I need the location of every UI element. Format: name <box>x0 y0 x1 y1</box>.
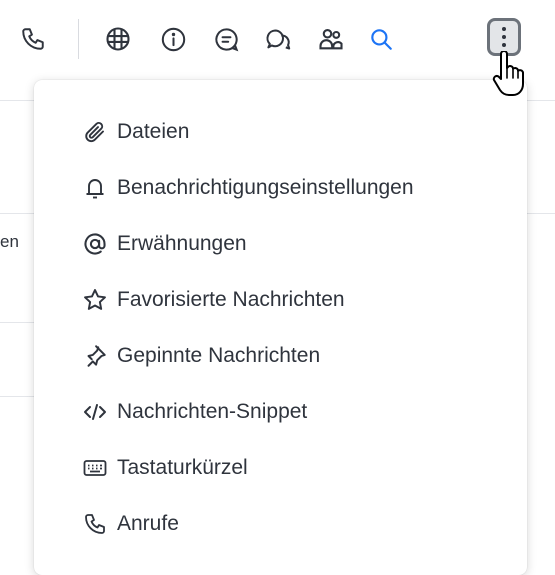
search-icon <box>371 29 392 50</box>
phone-icon <box>82 511 108 537</box>
bg-divider <box>527 213 555 214</box>
menu-item-files[interactable]: Dateien <box>34 104 527 160</box>
kebab-menu-icon <box>502 27 506 47</box>
members-button[interactable] <box>312 20 350 58</box>
menu-item-label: Erwähnungen <box>117 232 247 255</box>
menu-item-label: Anrufe <box>117 512 179 535</box>
threads-icon <box>214 27 238 51</box>
toolbar-separator <box>78 19 79 59</box>
menu-item-label: Dateien <box>117 120 190 143</box>
paperclip-icon <box>82 119 108 145</box>
room-info-button[interactable] <box>154 20 192 58</box>
hand-cursor-icon <box>492 51 524 96</box>
menu-item-pinned-messages[interactable]: Gepinnte Nachrichten <box>34 328 527 384</box>
menu-item-label: Benachrichtigungseinstellungen <box>117 176 414 199</box>
star-icon <box>82 287 108 313</box>
search-button[interactable] <box>362 20 400 58</box>
bg-divider <box>527 100 555 101</box>
menu-item-label: Favorisierte Nachrichten <box>117 288 345 311</box>
team-channels-icon <box>106 27 130 51</box>
info-icon <box>161 27 185 51</box>
discussion-icon <box>265 28 290 50</box>
at-icon <box>82 231 108 257</box>
team-channels-button[interactable] <box>99 20 137 58</box>
call-button[interactable] <box>14 20 52 58</box>
bell-icon <box>82 175 108 201</box>
members-icon <box>319 28 343 50</box>
pin-icon <box>82 343 108 369</box>
menu-item-keyboard-shortcuts[interactable]: Tastaturkürzel <box>34 440 527 496</box>
menu-item-calls[interactable]: Anrufe <box>34 496 527 552</box>
bg-partial-text: en <box>0 232 19 251</box>
menu-item-mentions[interactable]: Erwähnungen <box>34 216 527 272</box>
menu-item-notification-settings[interactable]: Benachrichtigungseinstellungen <box>34 160 527 216</box>
keyboard-icon <box>82 455 108 481</box>
menu-item-starred-messages[interactable]: Favorisierte Nachrichten <box>34 272 527 328</box>
threads-button[interactable] <box>207 20 245 58</box>
menu-item-snippets[interactable]: Nachrichten-Snippet <box>34 384 527 440</box>
room-header-toolbar <box>0 0 555 78</box>
menu-item-label: Nachrichten-Snippet <box>117 400 308 423</box>
room-options-menu: Dateien Benachrichtigungseinstellungen E… <box>34 80 527 575</box>
code-icon <box>82 399 108 425</box>
menu-item-label: Gepinnte Nachrichten <box>117 344 321 367</box>
menu-item-label: Tastaturkürzel <box>117 456 248 479</box>
phone-icon <box>22 28 44 50</box>
discussion-button[interactable] <box>259 20 297 58</box>
